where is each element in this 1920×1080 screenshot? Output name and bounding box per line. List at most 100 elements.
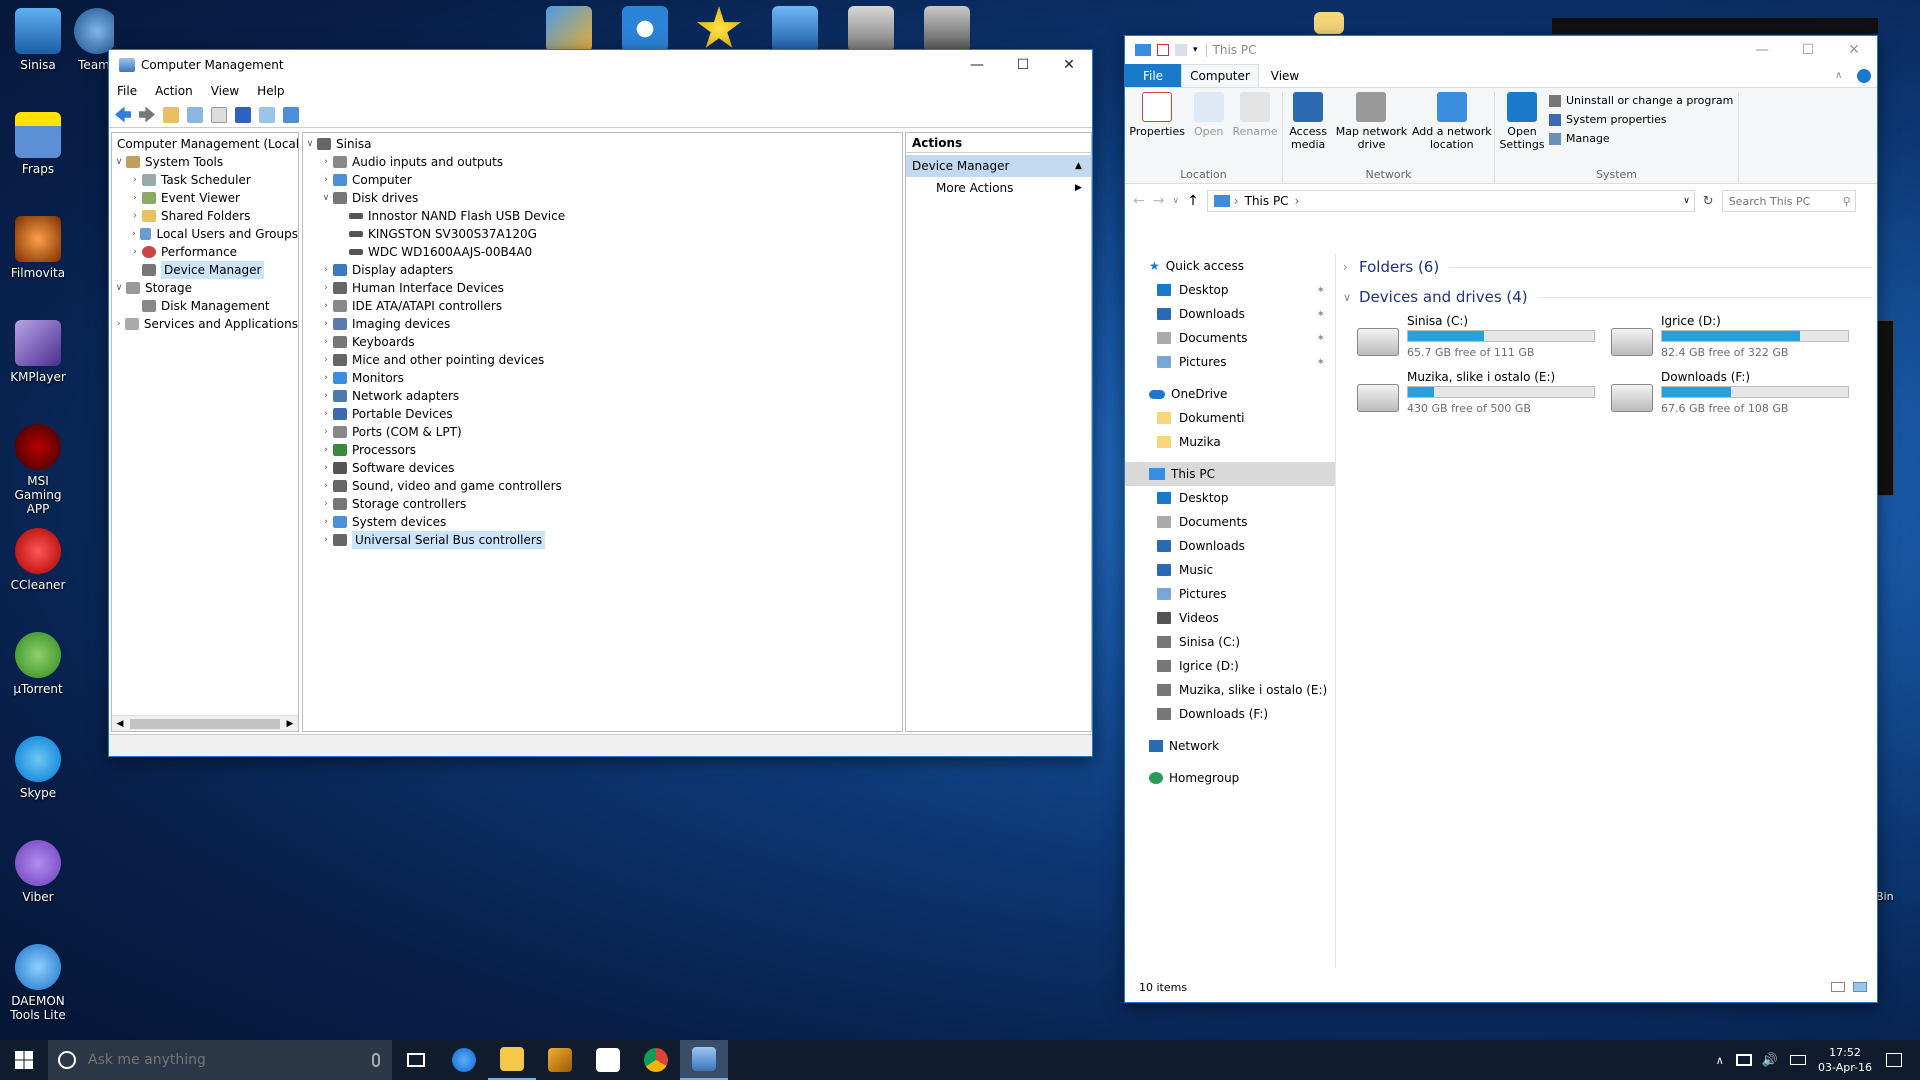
tree-root[interactable]: Computer Management (Local (112, 135, 298, 153)
device-category[interactable]: › Imaging devices (303, 315, 902, 333)
device-category[interactable]: › Monitors (303, 369, 902, 387)
cortana-search-input[interactable] (88, 1052, 372, 1068)
desktop-icon-skype[interactable]: Skype (4, 736, 72, 800)
chevron-down-icon[interactable]: ∨ (303, 135, 317, 153)
nav-item[interactable]: Documents (1125, 510, 1335, 534)
help-icon[interactable] (1857, 69, 1871, 83)
minimize-button[interactable]: — (1739, 35, 1785, 65)
nav-item[interactable]: Sinisa (C:) (1125, 630, 1335, 654)
menu-file[interactable]: File (117, 84, 137, 98)
device-category[interactable]: › Processors (303, 441, 902, 459)
address-bar[interactable]: › This PC › ∨ (1206, 190, 1695, 212)
chevron-right-icon[interactable]: › (128, 171, 142, 189)
desktop-icon-sinisa[interactable]: Sinisa (4, 8, 72, 72)
tab-file[interactable]: File (1125, 64, 1181, 87)
pin-icon[interactable]: ✶ (1317, 309, 1325, 320)
device-category[interactable]: › Keyboards (303, 333, 902, 351)
action-center-icon[interactable] (1886, 1053, 1902, 1067)
up-folder-icon[interactable] (163, 106, 179, 123)
device-category[interactable]: › Portable Devices (303, 405, 902, 423)
tree-storage[interactable]: ∨ Storage (112, 279, 298, 297)
tree-performance[interactable]: › Performance (112, 243, 298, 261)
chevron-right-icon[interactable]: › (128, 189, 142, 207)
chevron-right-icon[interactable]: › (1343, 260, 1359, 274)
nav-item[interactable]: Music (1125, 558, 1335, 582)
start-button[interactable] (0, 1040, 48, 1080)
tree-services[interactable]: › Services and Applications (112, 315, 298, 333)
forward-arrow-icon[interactable] (139, 106, 155, 123)
address-dropdown-icon[interactable]: ∨ (1683, 196, 1690, 206)
chevron-right-icon[interactable]: › (128, 225, 140, 243)
device-category[interactable]: › IDE ATA/ATAPI controllers (303, 297, 902, 315)
details-view-icon[interactable] (1831, 982, 1845, 992)
large-icons-view-icon[interactable] (1853, 982, 1867, 992)
drive-d[interactable]: Igrice (D:) 82.4 GB free of 322 GB (1611, 314, 1851, 364)
taskbar-app-winamp[interactable] (536, 1040, 584, 1080)
maximize-button[interactable]: ☐ (1000, 50, 1046, 80)
chevron-right-icon[interactable]: › (319, 495, 333, 513)
nav-item[interactable]: Videos (1125, 606, 1335, 630)
microphone-icon[interactable] (372, 1053, 380, 1067)
device-category[interactable]: › Ports (COM & LPT) (303, 423, 902, 441)
nav-item[interactable]: Muzika (1125, 430, 1335, 454)
chevron-right-icon[interactable]: › (319, 153, 333, 171)
new-folder-quick-icon[interactable] (1175, 44, 1187, 56)
keyboard-icon[interactable] (1789, 1055, 1806, 1065)
chevron-right-icon[interactable]: › (128, 207, 142, 225)
nav-onedrive[interactable]: OneDrive (1125, 382, 1335, 406)
task-view-button[interactable] (392, 1040, 440, 1080)
show-hide-tree-icon[interactable] (187, 106, 203, 123)
chevron-right-icon[interactable]: › (319, 315, 333, 333)
disk-drive-item[interactable]: KINGSTON SV300S37A120G (303, 225, 902, 243)
tree-task-scheduler[interactable]: › Task Scheduler (112, 171, 298, 189)
desktop-icon-viber[interactable]: Viber (4, 840, 72, 904)
horizontal-scrollbar[interactable]: ◀ ▶ (112, 715, 298, 731)
nav-divider[interactable] (1335, 254, 1336, 968)
nav-homegroup[interactable]: Homegroup (1125, 766, 1335, 790)
star-icon[interactable] (696, 6, 742, 48)
pin-icon[interactable]: ✶ (1317, 285, 1325, 296)
disk-drive-item[interactable]: WDC WD1600AAJS-00B4A0 (303, 243, 902, 261)
device-category[interactable]: › Software devices (303, 459, 902, 477)
chevron-right-icon[interactable]: › (319, 297, 333, 315)
menu-view[interactable]: View (211, 84, 239, 98)
taskbar-edge[interactable] (440, 1040, 488, 1080)
nav-item[interactable]: Dokumenti (1125, 406, 1335, 430)
nav-item[interactable]: Downloads (1125, 534, 1335, 558)
folders-group-header[interactable]: › Folders (6) (1343, 254, 1873, 280)
taskbar-chrome[interactable] (632, 1040, 680, 1080)
close-button[interactable]: ✕ (1046, 50, 1092, 80)
chevron-down-icon[interactable]: ∨ (112, 153, 126, 171)
nav-item[interactable]: Documents ✶ (1125, 326, 1335, 350)
nav-item[interactable]: Muzika, slike i ostalo (E:) (1125, 678, 1335, 702)
collapse-up-icon[interactable]: ▲ (1075, 155, 1091, 177)
chevron-down-icon[interactable]: ∨ (112, 279, 126, 297)
chevron-right-icon[interactable]: › (319, 459, 333, 477)
desktop-icon-ccleaner[interactable]: CCleaner (4, 528, 72, 592)
chevron-right-icon[interactable]: › (128, 243, 142, 261)
pin-icon[interactable]: ✶ (1317, 333, 1325, 344)
show-hidden-icons-chevron-icon[interactable]: ∧ (1716, 1054, 1724, 1067)
music-note-icon[interactable] (772, 6, 818, 52)
desktop-icon-fraps[interactable]: Fraps (4, 112, 72, 176)
up-arrow-icon[interactable]: ↑ (1187, 193, 1199, 209)
nav-item[interactable]: Pictures (1125, 582, 1335, 606)
drive-c[interactable]: Sinisa (C:) 65.7 GB free of 111 GB (1357, 314, 1597, 364)
chevron-right-icon[interactable]: › (319, 333, 333, 351)
camera-icon[interactable] (848, 6, 894, 52)
properties-icon[interactable] (211, 106, 227, 123)
monitor-icon[interactable] (283, 106, 299, 123)
back-arrow-icon[interactable]: ← (1133, 193, 1145, 209)
nav-item[interactable]: Igrice (D:) (1125, 654, 1335, 678)
tree-system-tools[interactable]: ∨ System Tools (112, 153, 298, 171)
properties-quick-icon[interactable] (1157, 44, 1169, 56)
tree-device-manager[interactable]: Device Manager (112, 261, 298, 279)
help-icon[interactable] (235, 106, 251, 123)
view-icon[interactable] (259, 106, 275, 123)
nav-item[interactable]: Downloads (F:) (1125, 702, 1335, 726)
collapse-ribbon-icon[interactable]: ∧ (1835, 64, 1857, 87)
close-button[interactable]: ✕ (1831, 35, 1877, 65)
explorer-titlebar[interactable]: ▾ This PC — ☐ ✕ (1125, 36, 1877, 64)
chevron-right-icon[interactable]: › (319, 441, 333, 459)
nav-item[interactable]: Pictures ✶ (1125, 350, 1335, 374)
